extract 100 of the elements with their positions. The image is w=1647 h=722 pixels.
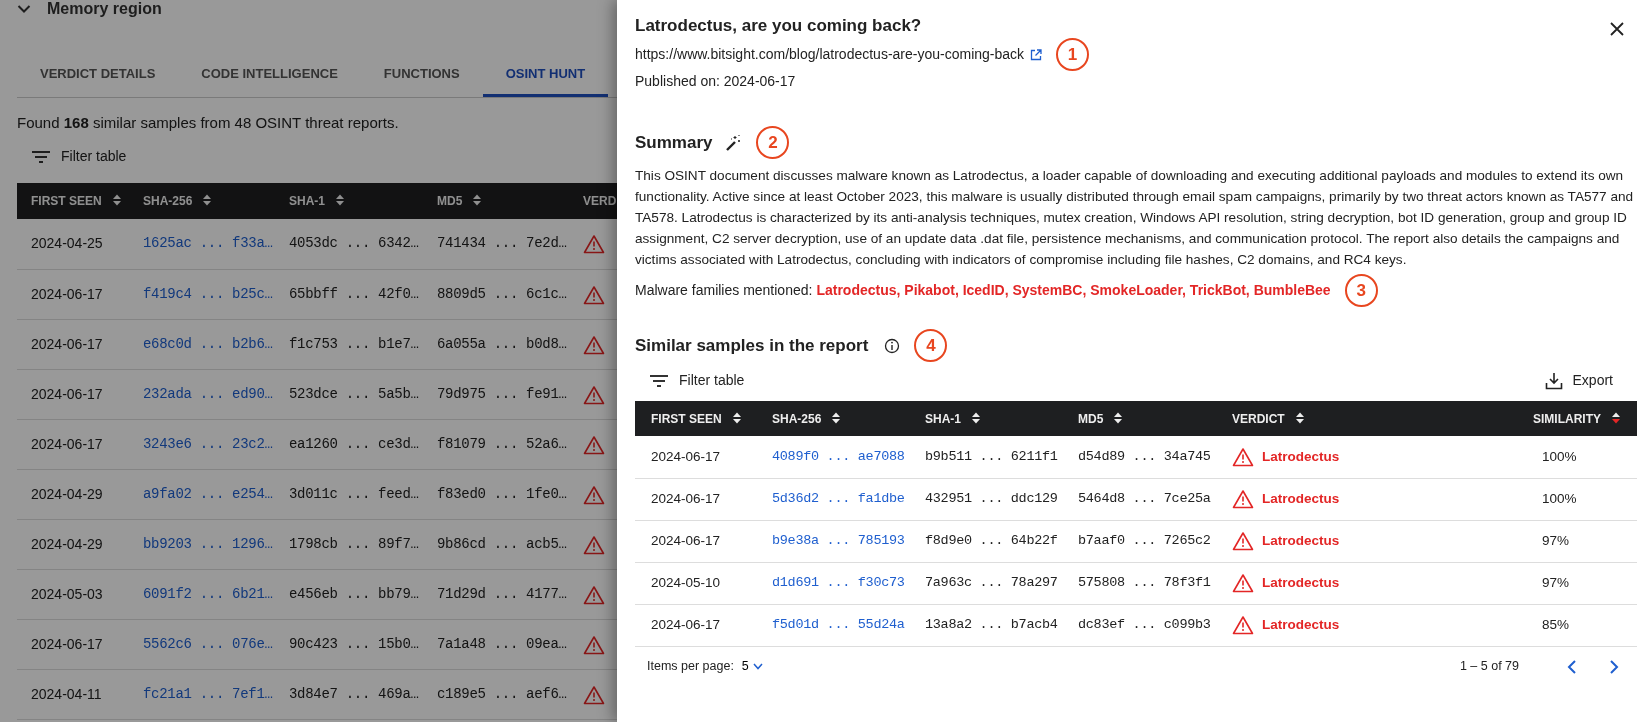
table-cell: dc83ef ... c099b3 (1062, 604, 1216, 647)
sort-icon[interactable] (1113, 410, 1124, 425)
table-cell: 4053dc ... 6342… (275, 219, 423, 269)
info-icon[interactable] (884, 337, 901, 354)
warning-icon (583, 384, 605, 405)
table-cell: 9b86cd ... acb5… (423, 519, 569, 569)
warning-icon (583, 634, 605, 655)
column-header[interactable]: VERD (569, 183, 617, 219)
hash-link[interactable]: e68c0d ... b2b6… (143, 335, 273, 352)
warning-icon (583, 234, 605, 255)
table-cell: 100% (1517, 436, 1637, 479)
column-header[interactable]: FIRST SEEN (635, 401, 756, 437)
hash-link[interactable]: d1d691 ... f30c73 (772, 575, 905, 591)
table-cell: 2024-04-29 (17, 469, 129, 519)
hash-link[interactable]: 4089f0 ... ae7088 (772, 449, 905, 464)
tab[interactable]: VERDICT DETAILS (17, 56, 179, 97)
chevron-left-icon (1567, 658, 1577, 675)
download-icon (1544, 371, 1563, 390)
column-header[interactable]: SHA-256 (756, 401, 909, 437)
column-header[interactable]: VERDICT (1216, 401, 1517, 437)
table-cell: 7a963c ... 78a297 (909, 562, 1062, 605)
sort-icon[interactable] (335, 193, 345, 207)
table-cell: e456eb ... bb79… (275, 569, 423, 619)
table-cell: 432951 ... ddc129 (909, 478, 1062, 521)
hash-link[interactable]: 5d36d2 ... fa1dbe (772, 491, 905, 507)
annotation-marker: 1 (1056, 38, 1090, 72)
table-cell: 3d84e7 ... 469a… (275, 669, 423, 719)
hash-link[interactable]: fc21a1 ... 7ef1… (143, 685, 273, 702)
items-per-page-label: Items per page: (647, 657, 734, 675)
filter-button[interactable]: Filter table (635, 366, 759, 396)
section-heading: Similar samples in the report (635, 335, 869, 358)
sort-icon[interactable] (1294, 410, 1305, 425)
annotation-marker: 2 (756, 126, 790, 160)
filter-icon (649, 373, 669, 388)
sort-icon[interactable] (971, 410, 981, 425)
hash-link[interactable]: f419c4 ... b25c… (143, 285, 273, 302)
sort-icon[interactable] (731, 410, 742, 425)
hash-link[interactable]: 6091f2 ... 6b21… (143, 585, 273, 602)
tab[interactable]: OSINT HUNT (482, 56, 609, 97)
table-cell: 741434 ... 7e2d… (423, 219, 569, 269)
sort-icon[interactable] (111, 193, 122, 207)
hash-link[interactable]: b9e38a ... 785193 (772, 533, 905, 549)
sort-descending-icon[interactable] (1611, 410, 1621, 425)
column-header[interactable]: SHA-1 (909, 401, 1062, 437)
chevron-down-icon[interactable] (17, 4, 31, 14)
table-cell: 523dce ... 5a5b… (275, 369, 423, 419)
warning-icon (583, 484, 605, 505)
hash-link[interactable]: f5d01d ... 55d24a (772, 617, 905, 633)
column-header[interactable]: FIRST SEEN (17, 183, 129, 219)
tab[interactable]: FUNCTIONS (360, 56, 483, 97)
table-cell: b9b511 ... 6211f1 (909, 436, 1062, 479)
hash-link[interactable]: a9fa02 ... e254… (143, 485, 273, 502)
verdict-label: Latrodectus (1262, 574, 1340, 593)
warning-icon (1232, 489, 1254, 510)
table-cell: 90c423 ... 15b0… (275, 619, 423, 669)
table-cell: 3d011c ... feed… (275, 469, 423, 519)
column-header[interactable]: MD5 (423, 183, 569, 219)
close-icon (1609, 21, 1625, 38)
page-size-select[interactable]: 5 (741, 656, 763, 676)
warning-icon (1232, 573, 1254, 594)
warning-icon (1232, 447, 1254, 468)
column-header[interactable]: SHA-256 (129, 183, 275, 219)
tab[interactable]: CODE INTELLIGENCE (178, 56, 361, 97)
external-link-icon[interactable] (1030, 48, 1043, 61)
sort-icon[interactable] (472, 193, 483, 207)
table-cell: d54d89 ... 34a745 (1062, 436, 1216, 479)
warning-icon (583, 334, 605, 355)
column-header[interactable]: SIMILARITY (1517, 401, 1637, 437)
column-header[interactable]: SHA-1 (275, 183, 423, 219)
table-cell: 575808 ... 78f3f1 (1062, 562, 1216, 605)
table-cell: 2024-06-17 (635, 436, 756, 479)
hash-link[interactable]: 5562c6 ... 076e… (143, 635, 273, 652)
hash-link[interactable]: 3243e6 ... 23c2… (143, 435, 273, 452)
published-date: Published on: 2024-06-17 (635, 72, 797, 92)
warning-icon (583, 684, 605, 705)
sort-icon[interactable] (202, 193, 213, 207)
export-button[interactable]: Export (1530, 366, 1627, 396)
table-cell: f81079 ... 52a6… (423, 419, 569, 469)
table-cell: 2024-04-25 (17, 219, 129, 269)
table-cell: f1c753 ... b1e7… (275, 319, 423, 369)
table-cell: 1798cb ... 89f7… (275, 519, 423, 569)
drawer-title: Latrodectus, are you coming back? (635, 16, 922, 37)
sort-icon[interactable] (831, 410, 842, 425)
filter-button[interactable]: Filter table (17, 142, 141, 171)
table-cell: 2024-06-17 (635, 604, 756, 647)
hash-link[interactable]: bb9203 ... 1296… (143, 535, 273, 552)
warning-icon (1232, 615, 1254, 636)
verdict-label: Latrodectus (1262, 448, 1340, 466)
table-cell: 2024-05-03 (17, 569, 129, 619)
warning-icon (583, 534, 605, 555)
hash-link[interactable]: 232ada ... ed90… (143, 385, 273, 402)
table-cell: 2024-06-17 (635, 478, 756, 521)
filter-icon (31, 149, 51, 164)
hash-link[interactable]: 1625ac ... f33a… (143, 235, 273, 252)
table-cell: f83ed0 ... 1fe0… (423, 469, 569, 519)
table-cell: 2024-06-17 (17, 419, 129, 469)
verdict-label: Latrodectus (1262, 616, 1340, 635)
table-cell: 8809d5 ... 6c1c… (423, 269, 569, 319)
url-text: https://www.bitsight.com/blog/latrodectus-are-you-coming-back (635, 45, 1025, 65)
column-header[interactable]: MD5 (1062, 401, 1216, 437)
